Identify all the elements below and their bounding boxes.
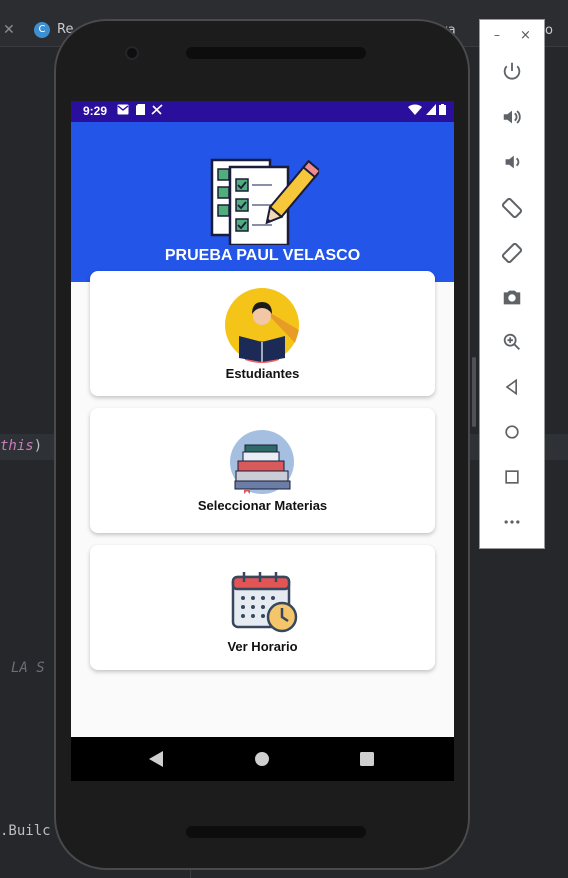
overview-button[interactable]	[480, 467, 544, 491]
power-button[interactable]	[480, 60, 544, 86]
zoom-button[interactable]	[480, 331, 544, 357]
editor-tab-label-far-right[interactable]: o	[545, 23, 553, 38]
battery-icon	[439, 104, 446, 115]
camera-icon	[503, 290, 521, 305]
screenshot-button[interactable]	[480, 286, 544, 312]
status-bar: 9:29	[71, 101, 454, 122]
nav-overview-button[interactable]	[352, 737, 382, 781]
card-label: Ver Horario	[227, 639, 298, 654]
sd-card-icon	[135, 104, 145, 115]
code-paren: )	[33, 438, 43, 454]
card-seleccionar-materias[interactable]: Seleccionar Materias	[90, 408, 435, 533]
rotate-left-button[interactable]	[480, 196, 544, 224]
close-icon[interactable]: ✕	[3, 22, 15, 38]
books-stack-icon	[230, 430, 294, 494]
home-button[interactable]	[480, 422, 544, 446]
volume-down-icon	[505, 155, 520, 169]
app-header: PRUEBA PAUL VELASCO	[71, 122, 454, 347]
class-file-icon: C	[34, 22, 50, 38]
nav-back-icon	[149, 751, 163, 767]
power-icon	[503, 62, 521, 80]
volume-up-button[interactable]	[480, 106, 544, 132]
zoom-icon	[503, 333, 520, 350]
nav-home-icon	[255, 752, 269, 766]
emulator-toolbar: – ×	[479, 19, 545, 549]
code-builder-call: .Builc	[0, 823, 51, 839]
gmail-icon	[117, 104, 129, 115]
student-reading-icon	[225, 288, 299, 363]
editor-scrollbar[interactable]	[472, 357, 476, 427]
rotate-left-icon	[501, 197, 523, 219]
nav-home-button[interactable]	[247, 737, 277, 781]
rotate-right-icon	[501, 242, 523, 264]
phone-screen: 9:29 PRUEBA PAUL VELASCO Estudiantes Sel…	[71, 101, 454, 781]
calendar-clock-icon	[231, 572, 298, 633]
rotate-right-button[interactable]	[480, 241, 544, 269]
code-token-this: this)	[0, 438, 42, 454]
more-button[interactable]	[480, 512, 544, 536]
card-label: Seleccionar Materias	[197, 498, 328, 513]
card-label: Estudiantes	[225, 366, 300, 381]
app-title: PRUEBA PAUL VELASCO	[164, 247, 361, 264]
bottom-speaker	[186, 826, 366, 838]
nav-back-button[interactable]	[141, 737, 171, 781]
front-camera	[127, 48, 137, 58]
back-button[interactable]	[480, 377, 544, 401]
minimize-button[interactable]: –	[494, 28, 500, 42]
home-icon	[505, 425, 519, 439]
checklist-pencil-logo	[210, 158, 319, 245]
signal-icon	[425, 104, 436, 115]
notification-icons	[117, 104, 163, 118]
system-icons	[408, 104, 446, 118]
card-ver-horario[interactable]: Ver Horario	[90, 545, 435, 670]
no-network-icon	[151, 104, 163, 115]
more-icon	[504, 520, 520, 524]
wifi-icon	[408, 104, 422, 115]
overview-icon	[505, 470, 519, 484]
top-speaker	[186, 47, 366, 59]
status-time: 9:29	[83, 104, 108, 118]
code-keyword: this	[0, 438, 34, 454]
close-button[interactable]: ×	[520, 28, 531, 43]
volume-up-icon	[503, 110, 521, 124]
code-comment: LA S	[11, 660, 45, 676]
volume-down-button[interactable]	[480, 151, 544, 177]
nav-overview-icon	[360, 752, 374, 766]
back-icon	[505, 378, 517, 396]
android-nav-bar	[71, 737, 454, 781]
card-estudiantes[interactable]: Estudiantes	[90, 271, 435, 396]
